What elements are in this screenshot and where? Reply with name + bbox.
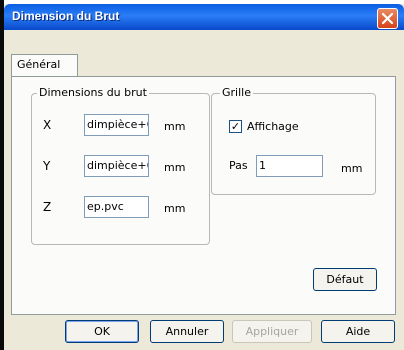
- dimensions-group: Dimensions du brut X dimpièce+6 mm Y dim…: [31, 86, 210, 245]
- window-title: Dimension du Brut: [12, 9, 120, 23]
- display-label[interactable]: Affichage: [247, 120, 299, 133]
- title-bar[interactable]: Dimension du Brut: [4, 4, 404, 30]
- display-checkbox[interactable]: ✓: [229, 120, 242, 133]
- step-input[interactable]: 1: [256, 155, 323, 177]
- step-unit: mm: [341, 162, 363, 175]
- check-mark-icon: ✓: [230, 120, 241, 133]
- tab-general-label: Général: [17, 58, 61, 71]
- dimensions-group-legend: Dimensions du brut: [37, 86, 149, 99]
- y-unit: mm: [164, 161, 186, 174]
- tab-general[interactable]: Général: [11, 54, 78, 76]
- close-button[interactable]: [377, 8, 398, 29]
- close-icon: [381, 12, 394, 25]
- x-input[interactable]: dimpièce+6: [84, 114, 149, 136]
- x-label: X: [43, 118, 52, 132]
- step-label: Pas: [229, 159, 248, 172]
- dialog-window: Dimension du Brut Général Dimensions du …: [4, 4, 404, 350]
- help-button[interactable]: Aide: [321, 320, 395, 343]
- x-unit: mm: [164, 120, 186, 133]
- z-input[interactable]: ep.pvc: [84, 196, 149, 218]
- grid-group-legend: Grille: [220, 86, 253, 99]
- grid-group: Grille ✓ Affichage Pas 1 mm: [211, 86, 376, 195]
- apply-button[interactable]: Appliquer: [232, 320, 312, 343]
- cancel-button[interactable]: Annuler: [150, 320, 224, 343]
- tab-panel-general: Dimensions du brut X dimpièce+6 mm Y dim…: [11, 76, 396, 315]
- z-label: Z: [43, 200, 52, 214]
- z-unit: mm: [164, 202, 186, 215]
- y-label: Y: [43, 159, 51, 173]
- ok-button[interactable]: OK: [65, 320, 139, 343]
- y-input[interactable]: dimpièce+6: [84, 155, 149, 177]
- default-button[interactable]: Défaut: [313, 268, 377, 291]
